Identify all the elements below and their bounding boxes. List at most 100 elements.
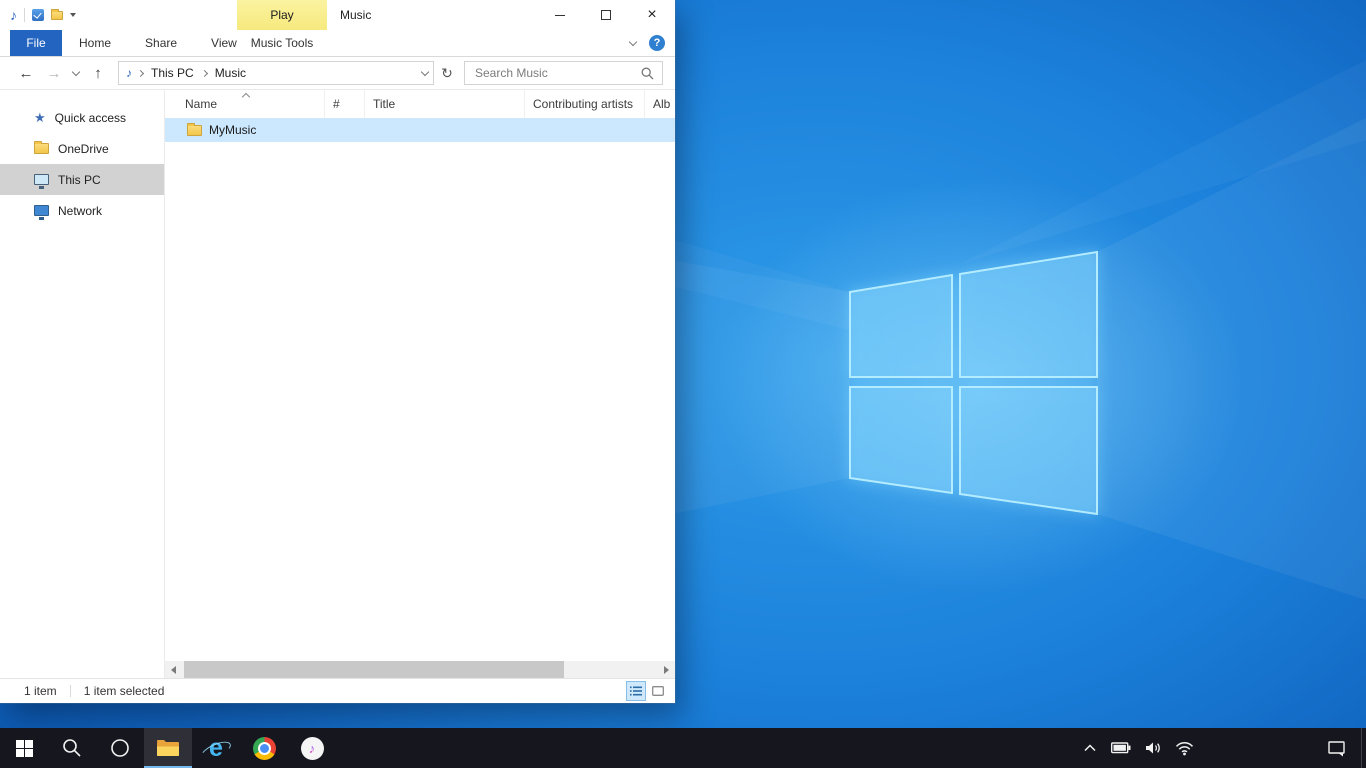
search-input[interactable] (473, 65, 635, 81)
taskbar-file-explorer-button[interactable] (144, 728, 192, 768)
sidebar-item-onedrive[interactable]: OneDrive (0, 133, 164, 164)
show-hidden-icons-button[interactable] (1076, 728, 1104, 768)
close-button[interactable]: × (629, 0, 675, 30)
speaker-icon (1145, 741, 1161, 755)
scroll-left-icon (171, 666, 176, 674)
network-tray-button[interactable] (1168, 728, 1201, 768)
column-header-contributing-artists[interactable]: Contributing artists (525, 90, 645, 118)
close-icon: × (647, 7, 656, 23)
navigation-pane: ★ Quick access OneDrive This PC Network (0, 90, 165, 678)
breadcrumb-chevron-icon[interactable] (201, 69, 208, 76)
large-icons-view-button[interactable] (649, 682, 667, 700)
file-rows[interactable]: MyMusic (165, 118, 675, 661)
ribbon-tab-share[interactable]: Share (128, 30, 194, 56)
status-bar: 1 item 1 item selected (0, 678, 675, 703)
computer-icon (34, 174, 49, 185)
window-title: Music (340, 0, 371, 30)
folder-icon (187, 125, 202, 136)
desktop: ♪ Play Music × File Home Share View Musi… (0, 0, 1366, 768)
search-box[interactable] (464, 61, 663, 85)
file-explorer-icon (156, 738, 180, 758)
sidebar-item-this-pc[interactable]: This PC (0, 164, 164, 195)
customize-toolbar-chevron-icon[interactable] (70, 13, 76, 17)
chrome-button[interactable] (240, 728, 288, 768)
chevron-down-icon (72, 67, 80, 75)
up-button[interactable]: ↑ (84, 60, 112, 86)
back-button[interactable]: ← (12, 60, 40, 86)
collapse-ribbon-chevron-icon[interactable] (629, 37, 637, 45)
window-controls: × (537, 0, 675, 30)
titlebar[interactable]: ♪ Play Music × (0, 0, 675, 30)
breadcrumb-music[interactable]: Music (213, 66, 248, 80)
action-center-button[interactable] (1313, 728, 1361, 768)
recent-locations-chevron[interactable] (68, 60, 84, 86)
details-view-button[interactable] (627, 682, 645, 700)
item-count: 1 item (24, 684, 57, 698)
file-explorer-window: ♪ Play Music × File Home Share View Musi… (0, 0, 675, 703)
minimize-icon (555, 15, 565, 16)
volume-tray-button[interactable] (1138, 728, 1168, 768)
column-header-title[interactable]: Title (365, 90, 525, 118)
wifi-icon (1175, 741, 1194, 756)
cortana-button[interactable] (96, 728, 144, 768)
ribbon-tab-home[interactable]: Home (62, 30, 128, 56)
chevron-up-icon (1083, 742, 1097, 754)
scroll-left-button[interactable] (165, 661, 182, 678)
explorer-body: ★ Quick access OneDrive This PC Network (0, 90, 675, 678)
onedrive-folder-icon (34, 143, 49, 154)
show-desktop-button[interactable] (1361, 728, 1366, 768)
navigation-toolbar: ← → ↑ ♪ This PC Music ↻ (0, 57, 675, 90)
view-toggles (627, 682, 667, 700)
column-header-album[interactable]: Alb (645, 90, 675, 118)
forward-button[interactable]: → (40, 60, 68, 86)
refresh-button[interactable]: ↻ (436, 61, 458, 85)
system-tray (1076, 728, 1201, 768)
sidebar-item-quick-access[interactable]: ★ Quick access (0, 102, 164, 133)
search-icon (62, 738, 82, 758)
ribbon-tab-play[interactable]: Play (237, 0, 327, 30)
contextual-group-music-tools[interactable]: Music Tools (237, 30, 327, 56)
sidebar-item-label: Quick access (55, 111, 126, 125)
scrollbar-thumb[interactable] (184, 661, 564, 678)
properties-icon[interactable] (32, 9, 44, 21)
maximize-button[interactable] (583, 0, 629, 30)
action-center-icon (1328, 740, 1346, 757)
quick-access-toolbar: ♪ (0, 8, 76, 22)
status-separator (70, 685, 71, 697)
scroll-right-button[interactable] (658, 661, 675, 678)
location-music-icon: ♪ (126, 67, 132, 79)
taskbar-search-button[interactable] (48, 728, 96, 768)
minimize-button[interactable] (537, 0, 583, 30)
itunes-button[interactable]: ♪ (288, 728, 336, 768)
new-folder-icon[interactable] (51, 11, 63, 20)
selection-count: 1 item selected (84, 684, 165, 698)
start-button[interactable] (0, 728, 48, 768)
sidebar-item-network[interactable]: Network (0, 195, 164, 226)
cortana-circle-icon (110, 738, 130, 758)
windows-logo-icon (16, 740, 33, 757)
chrome-icon (253, 737, 276, 760)
file-row-mymusic-selected[interactable]: MyMusic (165, 118, 675, 142)
battery-icon (1111, 742, 1131, 754)
breadcrumb-this-pc[interactable]: This PC (149, 66, 196, 80)
sidebar-item-label: OneDrive (58, 142, 109, 156)
horizontal-scrollbar[interactable] (165, 661, 675, 678)
internet-explorer-button[interactable]: e (192, 728, 240, 768)
toolbar-separator (24, 8, 25, 22)
battery-tray-button[interactable] (1104, 728, 1138, 768)
sidebar-item-label: This PC (58, 173, 101, 187)
itunes-icon: ♪ (301, 737, 324, 760)
taskbar: e ♪ (0, 728, 1366, 768)
search-icon[interactable] (641, 67, 654, 80)
column-header-number[interactable]: # (325, 90, 365, 118)
scrollbar-track[interactable] (182, 661, 658, 678)
breadcrumb-chevron-icon[interactable] (137, 69, 144, 76)
help-button[interactable]: ? (649, 35, 665, 51)
ribbon-tab-file[interactable]: File (10, 30, 62, 56)
address-dropdown-chevron-icon[interactable] (421, 67, 429, 75)
details-view-icon (630, 686, 642, 696)
internet-explorer-icon: e (203, 734, 229, 762)
file-list-area: Name # Title Contributing artists Alb My… (165, 90, 675, 678)
ribbon-tab-row: File Home Share View Music Tools ? (0, 30, 675, 57)
address-bar[interactable]: ♪ This PC Music (118, 61, 434, 85)
